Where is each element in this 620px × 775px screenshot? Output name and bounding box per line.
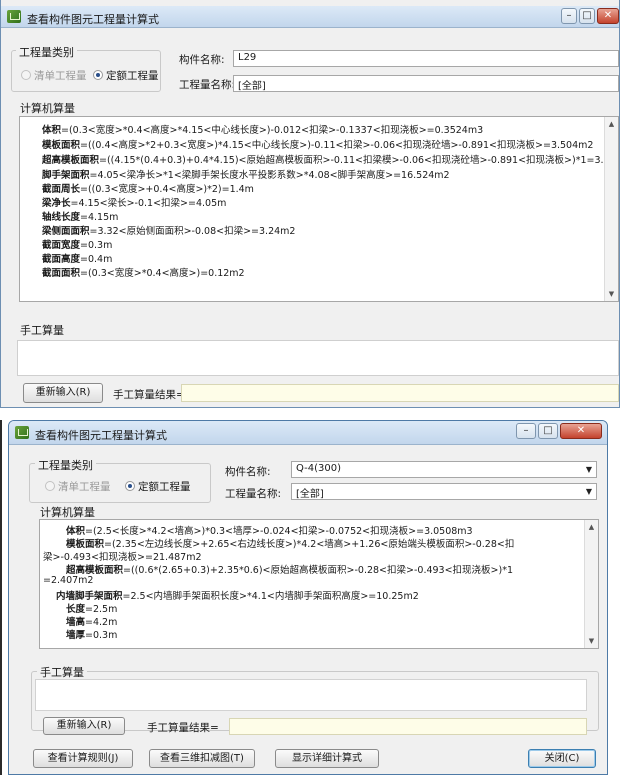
reinput-button[interactable]: 重新输入(R)	[23, 383, 103, 403]
dropdown-arrow-icon: ▼	[585, 487, 592, 496]
vertical-scrollbar[interactable]: ▲ ▼	[584, 520, 598, 648]
radio-dot-icon	[45, 481, 55, 491]
calc-line: 模板面积=((0.4<高度>*2+0.3<宽度>)*4.15<中心线长度>)-0…	[42, 140, 594, 151]
radio-dot-selected-icon	[125, 481, 135, 491]
calc-line: 脚手架面积=4.05<梁净长>*1<梁脚手架长度水平投影系数>*4.08<脚手架…	[42, 170, 450, 181]
calc-line: 体积=(2.5<长度>*4.2<墙高>)*0.3<墙厚>-0.024<扣梁>-0…	[66, 526, 473, 537]
app-icon	[7, 10, 21, 23]
calc-group-label: 计算机算量	[17, 100, 78, 116]
minimize-icon[interactable]: –	[516, 423, 536, 439]
close-button[interactable]: 关闭(C)	[528, 749, 596, 768]
manual-result-field[interactable]	[229, 718, 587, 735]
calc-line: 截面面积=(0.3<宽度>*0.4<高度>)=0.12m2	[42, 268, 245, 279]
component-name-label: 构件名称:	[225, 466, 271, 478]
quantity-name-select[interactable]: [全部]	[233, 75, 619, 92]
scroll-up-icon[interactable]: ▲	[605, 117, 618, 131]
close-icon[interactable]: ✕	[597, 8, 619, 24]
maximize-icon[interactable]: □	[538, 423, 558, 439]
quantity-name-label: 工程量名称:	[225, 488, 282, 500]
close-icon[interactable]: ✕	[560, 423, 602, 439]
calc-text-area[interactable]: 体积=(0.3<宽度>*0.4<高度>*4.15<中心线长度>)-0.012<扣…	[19, 116, 619, 302]
radio-quota-quantity[interactable]: 定额工程量	[125, 479, 191, 494]
window-title: 查看构件图元工程量计算式	[27, 13, 159, 26]
app-icon	[15, 426, 29, 439]
radio-bill-quantity[interactable]: 清单工程量	[45, 479, 111, 494]
calc-line: 梁>-0.493<扣现浇板>=21.487m2	[43, 552, 202, 563]
calc-line: 超高模板面积=((4.15*(0.4+0.3)+0.4*4.15)<原始超高模板…	[42, 155, 619, 166]
calc-group-label: 计算机算量	[37, 504, 98, 520]
scroll-down-icon[interactable]: ▼	[605, 287, 618, 301]
minimize-icon[interactable]: –	[561, 8, 577, 24]
calc-line: 超高模板面积=((0.6*(2.65+0.3)+2.35*0.6)<原始超高模板…	[66, 565, 514, 576]
view-3d-deduction-button[interactable]: 查看三维扣减图(T)	[149, 749, 255, 768]
background-edge	[0, 420, 2, 775]
quantity-name-label: 工程量名称:	[179, 79, 236, 91]
window-title: 查看构件图元工程量计算式	[35, 429, 167, 442]
vertical-scrollbar[interactable]: ▲ ▼	[604, 117, 618, 301]
component-name-label: 构件名称:	[179, 54, 225, 66]
component-name-select[interactable]: Q-4(300) ▼	[291, 461, 597, 478]
radio-bill-quantity[interactable]: 清单工程量	[21, 68, 87, 83]
calc-line: 墙高=4.2m	[66, 617, 118, 628]
manual-result-label: 手工算量结果=	[113, 389, 185, 401]
calc-window-2: 查看构件图元工程量计算式 – □ ✕ 工程量类别 清单工程量 定额工程量 构件名…	[8, 420, 608, 775]
calc-line: 内墙脚手架面积=2.5<内墙脚手架面积长度>*4.1<内墙脚手架面积高度>=10…	[56, 591, 419, 602]
manual-group-label: 手工算量	[37, 664, 87, 680]
manual-result-label: 手工算量结果=	[147, 722, 219, 734]
calc-line: 长度=2.5m	[66, 604, 118, 615]
component-name-field: L29	[233, 50, 619, 67]
calc-line: 截面宽度=0.3m	[42, 240, 113, 251]
calc-line: 墙厚=0.3m	[66, 630, 118, 641]
radio-dot-icon	[21, 70, 31, 80]
manual-group-label: 手工算量	[17, 322, 67, 338]
manual-result-field[interactable]	[181, 384, 619, 402]
calc-line: 梁侧面面积=3.32<原始侧面面积>-0.08<扣梁>=3.24m2	[42, 226, 296, 237]
manual-input-area[interactable]	[17, 340, 619, 376]
title-bar: 查看构件图元工程量计算式 – □ ✕	[1, 6, 619, 28]
quantity-type-label: 工程量类别	[35, 457, 96, 473]
calc-window-1: 查看构件图元工程量计算式 – □ ✕ 工程量类别 清单工程量 定额工程量 构件名…	[0, 0, 620, 408]
calc-line: 体积=(0.3<宽度>*0.4<高度>*4.15<中心线长度>)-0.012<扣…	[42, 125, 484, 136]
calc-line: 截面高度=0.4m	[42, 254, 113, 265]
calc-line: 模板面积=(2.35<左边线长度>+2.65<右边线长度>)*4.2<墙高>+1…	[66, 539, 515, 550]
scroll-down-icon[interactable]: ▼	[585, 634, 598, 648]
maximize-icon[interactable]: □	[579, 8, 595, 24]
radio-quota-quantity[interactable]: 定额工程量	[93, 68, 159, 83]
manual-input-area[interactable]	[35, 679, 587, 711]
calc-line: 梁净长=4.15<梁长>-0.1<扣梁>=4.05m	[42, 198, 227, 209]
reinput-button[interactable]: 重新输入(R)	[43, 717, 125, 735]
quantity-name-select[interactable]: [全部] ▼	[291, 483, 597, 500]
quantity-type-label: 工程量类别	[16, 44, 77, 60]
calc-line: 轴线长度=4.15m	[42, 212, 119, 223]
dropdown-arrow-icon: ▼	[585, 465, 592, 474]
calc-text-area[interactable]: 体积=(2.5<长度>*4.2<墙高>)*0.3<墙厚>-0.024<扣梁>-0…	[39, 519, 599, 649]
radio-dot-selected-icon	[93, 70, 103, 80]
scroll-up-icon[interactable]: ▲	[585, 520, 598, 534]
calc-line: 截面周长=((0.3<宽度>+0.4<高度>)*2)=1.4m	[42, 184, 254, 195]
calc-line: =2.407m2	[43, 575, 94, 586]
title-bar: 查看构件图元工程量计算式 – □ ✕	[9, 421, 607, 445]
show-detail-button[interactable]: 显示详细计算式	[275, 749, 379, 768]
view-rules-button[interactable]: 查看计算规则(J)	[33, 749, 133, 768]
